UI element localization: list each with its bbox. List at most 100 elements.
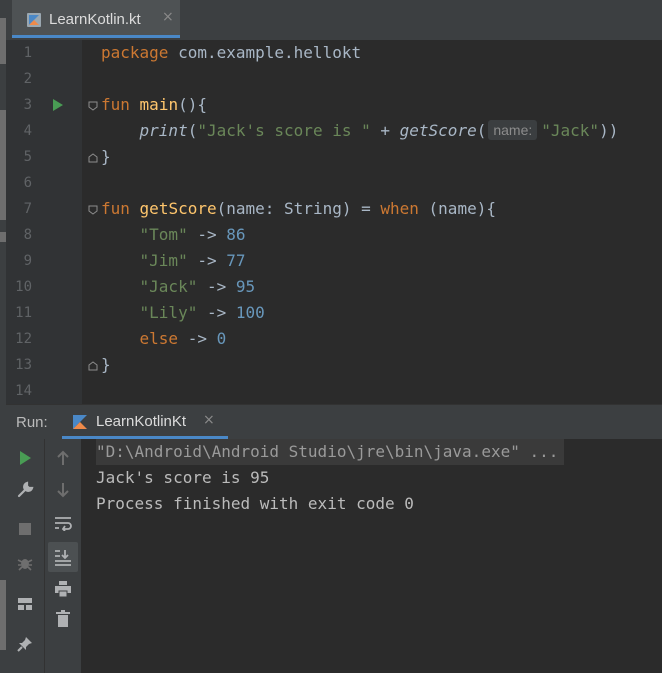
code-editor[interactable]: 1 package com.example.hellokt 2 3 fun ma…	[6, 40, 662, 404]
call-getscore: getScore	[399, 121, 477, 140]
code-text: (name){	[418, 199, 496, 218]
clear-all-button[interactable]	[50, 606, 76, 632]
line-number: 13	[15, 357, 32, 373]
layout-icon	[18, 598, 32, 610]
line-number: 6	[23, 175, 32, 191]
run-gutter-icon[interactable]	[53, 99, 63, 111]
editor-tab-bar: LearnKotlin.kt ×	[6, 0, 662, 41]
fold-icon[interactable]	[88, 205, 98, 215]
code-line: 12 else -> 0	[6, 326, 662, 352]
scroll-to-end-button[interactable]	[48, 542, 78, 572]
code-text: }	[101, 355, 111, 374]
string-literal: "Jack"	[139, 277, 198, 296]
string-literal: "Lily"	[139, 303, 198, 322]
code-line: 10 "Jack" -> 95	[6, 274, 662, 300]
close-icon[interactable]: ×	[162, 9, 174, 25]
soft-wrap-icon	[55, 517, 72, 531]
line-number: 9	[23, 253, 32, 269]
down-arrow-icon	[57, 483, 69, 498]
editor-tab-label: LearnKotlin.kt	[49, 11, 141, 28]
run-toolbar-primary	[6, 439, 44, 673]
keyword-else: else	[139, 329, 179, 348]
arrow: ->	[187, 225, 227, 244]
arrow: ->	[178, 329, 217, 348]
run-panel-header: Run: LearnKotlinKt ×	[6, 404, 662, 440]
arrow: ->	[187, 251, 227, 270]
number-literal: 95	[235, 277, 256, 296]
code-line: 14	[6, 378, 662, 404]
previous-occurrence-button[interactable]	[50, 445, 76, 471]
debug-bug-icon	[17, 559, 33, 571]
keyword-package: package	[101, 43, 169, 62]
code-line: 2	[6, 66, 662, 92]
line-number: 10	[15, 279, 32, 295]
code-text: }	[101, 147, 111, 166]
console-output-line: Jack's score is 95	[96, 468, 270, 487]
string-literal: "Jim"	[139, 251, 188, 270]
fold-icon[interactable]	[88, 101, 98, 111]
pin-tab-button[interactable]	[12, 631, 38, 657]
fold-icon[interactable]	[88, 361, 98, 371]
editor-tab-learnkotlin[interactable]: LearnKotlin.kt ×	[12, 0, 180, 38]
pin-icon	[17, 637, 32, 652]
paren: (	[476, 121, 487, 140]
print-button[interactable]	[50, 576, 76, 602]
arrow: ->	[197, 277, 236, 296]
function-name-getscore: getScore	[139, 199, 217, 218]
code-line: 7 fun getScore(name: String) = when (nam…	[6, 196, 662, 222]
line-number: 2	[23, 71, 32, 87]
number-literal: 77	[226, 251, 246, 270]
function-name-main: main	[139, 95, 179, 114]
keyword-fun: fun	[101, 95, 130, 114]
fold-icon[interactable]	[88, 153, 98, 163]
code-line: 5 }	[6, 144, 662, 170]
layout-button[interactable]	[12, 591, 38, 617]
keyword-fun: fun	[101, 199, 130, 218]
line-number: 12	[15, 331, 32, 347]
print-icon	[55, 581, 71, 598]
string-literal: "Jack"	[541, 121, 600, 140]
wrench-icon	[17, 481, 34, 498]
line-number: 1	[23, 45, 32, 61]
code-text: (name: String) =	[216, 199, 381, 218]
line-number: 4	[23, 123, 32, 139]
keyword-when: when	[380, 199, 419, 218]
line-number: 7	[23, 201, 32, 217]
code-line: 9 "Jim" -> 77	[6, 248, 662, 274]
console-exit-line: Process finished with exit code 0	[96, 494, 414, 513]
stop-button[interactable]	[12, 516, 38, 542]
string-literal: "Tom"	[139, 225, 188, 244]
paren: ))	[599, 121, 619, 140]
console-output[interactable]: "D:\Android\Android Studio\jre\bin\java.…	[81, 439, 662, 673]
scroll-to-end-icon	[55, 550, 71, 566]
line-number: 3	[23, 97, 32, 113]
line-number: 5	[23, 149, 32, 165]
next-occurrence-button[interactable]	[50, 477, 76, 503]
line-number: 8	[23, 227, 32, 243]
up-arrow-icon	[57, 450, 69, 465]
run-panel-title: Run:	[16, 414, 48, 431]
code-text: (){	[178, 95, 207, 114]
line-number: 14	[15, 383, 32, 399]
string-literal: "Jack's score is "	[197, 121, 371, 140]
debug-button[interactable]	[12, 550, 38, 576]
kotlin-icon	[73, 415, 87, 429]
line-number: 11	[15, 305, 32, 321]
trash-icon	[56, 610, 70, 627]
run-tab-label: LearnKotlinKt	[96, 413, 187, 430]
console-command-line: "D:\Android\Android Studio\jre\bin\java.…	[96, 439, 565, 465]
paren: (	[187, 121, 198, 140]
close-icon[interactable]: ×	[203, 412, 215, 428]
rerun-button[interactable]	[12, 445, 38, 471]
run-toolbar-secondary	[44, 439, 82, 673]
parameter-hint: name:	[488, 120, 538, 140]
call-print: print	[139, 121, 188, 140]
number-literal: 86	[226, 225, 246, 244]
number-literal: 0	[216, 329, 227, 348]
run-config-tab[interactable]: LearnKotlinKt ×	[62, 405, 228, 439]
stop-icon	[19, 523, 31, 535]
soft-wrap-button[interactable]	[50, 510, 76, 536]
kotlin-file-icon	[27, 13, 41, 27]
modify-config-button[interactable]	[12, 477, 38, 503]
code-line: 13 }	[6, 352, 662, 378]
